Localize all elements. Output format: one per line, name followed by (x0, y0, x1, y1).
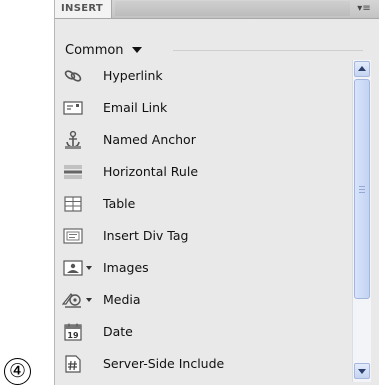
list-item-server-side-include[interactable]: Server-Side Include (55, 348, 351, 380)
scroll-down-button[interactable] (354, 363, 370, 379)
named-anchor-icon (62, 130, 84, 150)
scrollbar-thumb[interactable] (354, 79, 370, 299)
item-label: Media (103, 292, 141, 307)
date-icon-number: 19 (67, 331, 79, 340)
category-label: Common (65, 42, 124, 58)
item-label: Insert Div Tag (103, 228, 189, 243)
list-item-horizontal-rule[interactable]: Horizontal Rule (55, 156, 351, 188)
dropdown-arrow-icon[interactable] (86, 298, 92, 302)
scroll-up-button[interactable] (354, 61, 370, 77)
item-label: Server-Side Include (103, 356, 225, 371)
chevron-down-icon (131, 47, 142, 53)
list-item-insert-div-tag[interactable]: Insert Div Tag (55, 220, 351, 252)
server-side-include-icon (62, 354, 84, 374)
vertical-scrollbar[interactable] (352, 60, 371, 382)
list-item-date[interactable]: 19 Date (55, 316, 351, 348)
list-item-email-link[interactable]: Email Link (55, 92, 351, 124)
list-item-images[interactable]: Images (55, 252, 351, 284)
panel-options-icon[interactable]: ▾≡ (356, 2, 372, 16)
category-divider (173, 50, 363, 51)
insert-panel: INSERT ▾≡ Common Hyperlink Email Link Na… (54, 0, 379, 385)
tabbar-background (115, 1, 350, 16)
item-label: Email Link (103, 100, 168, 115)
item-label: Named Anchor (103, 132, 196, 147)
thumb-grip (359, 192, 365, 193)
step-number-badge: ④ (4, 358, 31, 385)
hyperlink-icon (62, 66, 84, 86)
list-item-table[interactable]: Table (55, 188, 351, 220)
date-icon: 19 (62, 322, 84, 342)
item-label: Table (103, 196, 136, 211)
list-item-media[interactable]: Media (55, 284, 351, 316)
media-icon (62, 290, 84, 310)
div-tag-icon (62, 226, 84, 246)
item-label: Date (103, 324, 133, 339)
images-icon (62, 258, 84, 278)
list-item-named-anchor[interactable]: Named Anchor (55, 124, 351, 156)
horizontal-rule-icon (62, 162, 84, 182)
item-label: Images (103, 260, 149, 275)
dropdown-arrow-icon[interactable] (86, 266, 92, 270)
tab-insert[interactable]: INSERT (55, 0, 112, 18)
item-label: Horizontal Rule (103, 164, 199, 179)
category-dropdown[interactable]: Common (65, 40, 142, 60)
chevron-down-icon (358, 369, 366, 374)
panel-titlebar: INSERT ▾≡ (55, 0, 379, 19)
chevron-up-icon (358, 66, 366, 71)
thumb-grip (359, 186, 365, 187)
list-item-hyperlink[interactable]: Hyperlink (55, 60, 351, 92)
table-icon (62, 194, 84, 214)
thumb-grip (359, 189, 365, 190)
item-label: Hyperlink (103, 68, 163, 83)
email-link-icon (62, 98, 84, 118)
